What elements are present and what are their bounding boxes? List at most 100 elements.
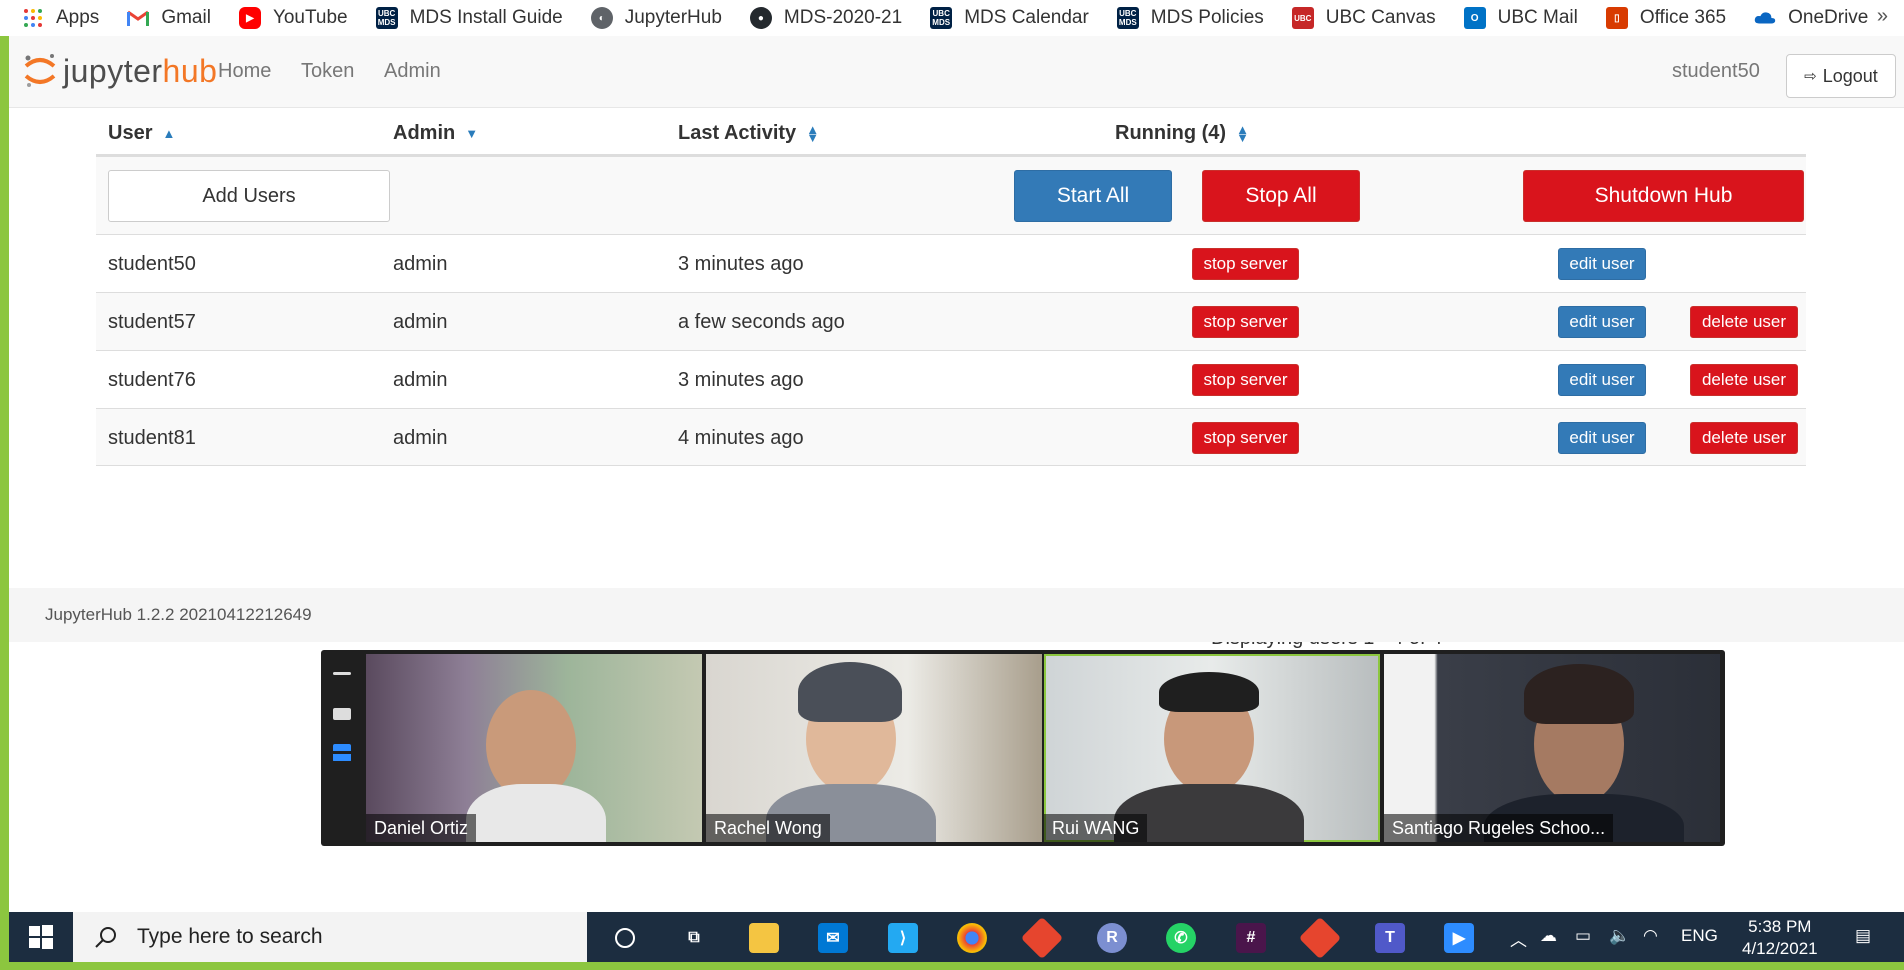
header-user[interactable]: User ▲ bbox=[108, 122, 175, 145]
nav-admin[interactable]: Admin bbox=[384, 60, 441, 83]
bookmark-apps[interactable]: Apps bbox=[22, 7, 99, 29]
logout-button[interactable]: ⇨ Logout bbox=[1786, 54, 1896, 98]
system-clock[interactable]: 5:38 PM 4/12/2021 bbox=[1742, 916, 1818, 960]
task-view-icon[interactable]: ⧉ bbox=[679, 923, 709, 953]
onedrive-tray-icon[interactable]: ☁ bbox=[1540, 926, 1557, 946]
bookmark-ubc-mail[interactable]: O UBC Mail bbox=[1463, 7, 1578, 29]
bookmark-label: MDS Policies bbox=[1150, 7, 1264, 28]
delete-user-button[interactable]: delete user bbox=[1690, 364, 1798, 396]
last-activity: 3 minutes ago bbox=[678, 253, 804, 275]
stop-server-button[interactable]: stop server bbox=[1192, 364, 1299, 396]
git-icon[interactable] bbox=[1020, 916, 1064, 960]
user-name: student50 bbox=[108, 253, 196, 275]
user-name: student76 bbox=[108, 369, 196, 391]
bookmarks-overflow-icon[interactable]: » bbox=[1877, 5, 1888, 28]
whatsapp-icon[interactable]: ✆ bbox=[1166, 923, 1196, 953]
start-all-button[interactable]: Start All bbox=[1014, 170, 1172, 222]
participant-name: Daniel Ortiz bbox=[366, 814, 477, 842]
edit-user-button[interactable]: edit user bbox=[1558, 364, 1646, 396]
delete-user-button[interactable]: delete user bbox=[1690, 422, 1798, 454]
jupyterhub-logo[interactable]: jupyterhub bbox=[23, 52, 217, 90]
bottom-border bbox=[0, 962, 1904, 970]
gmail-icon bbox=[127, 7, 150, 29]
slack-icon[interactable]: # bbox=[1236, 923, 1266, 953]
mail-icon[interactable]: ✉ bbox=[818, 923, 848, 953]
logo-text: jupyterhub bbox=[63, 52, 218, 89]
sign-out-icon: ⇨ bbox=[1804, 68, 1817, 85]
stop-server-button[interactable]: stop server bbox=[1192, 422, 1299, 454]
ubc-canvas-icon: UBC bbox=[1291, 7, 1314, 29]
stop-server-button[interactable]: stop server bbox=[1192, 248, 1299, 280]
file-explorer-icon[interactable] bbox=[749, 923, 779, 953]
zoom-icon[interactable]: ▶ bbox=[1444, 923, 1474, 953]
bookmark-youtube[interactable]: ▶ YouTube bbox=[238, 7, 348, 29]
office-icon: ▯ bbox=[1605, 7, 1628, 29]
bookmark-onedrive[interactable]: OneDrive bbox=[1754, 7, 1868, 29]
bookmark-mds-calendar[interactable]: UBC MDS MDS Calendar bbox=[930, 7, 1089, 29]
volume-icon[interactable]: 🔈 bbox=[1609, 926, 1630, 946]
participant-tile[interactable]: Rachel Wong bbox=[706, 654, 1042, 842]
git-gui-icon[interactable] bbox=[1298, 916, 1342, 960]
start-button[interactable] bbox=[9, 912, 73, 962]
globe-icon: ◐ bbox=[590, 7, 613, 29]
bookmark-jupyterhub[interactable]: ◐ JupyterHub bbox=[590, 7, 722, 29]
shutdown-hub-button[interactable]: Shutdown Hub bbox=[1523, 170, 1804, 222]
single-view-icon[interactable] bbox=[333, 708, 351, 720]
bookmark-label: JupyterHub bbox=[624, 7, 722, 28]
windows-taskbar: Type here to search ⧉ ✉ ⟩ R ✆ # T ▶ ︿ ☁ … bbox=[9, 912, 1904, 962]
participant-name: Rui WANG bbox=[1044, 814, 1148, 842]
bookmark-mds-2020-21[interactable]: ● MDS-2020-21 bbox=[749, 7, 902, 29]
admin-flag: admin bbox=[393, 311, 448, 333]
delete-user-button[interactable]: delete user bbox=[1690, 306, 1798, 338]
r-icon[interactable]: R bbox=[1097, 923, 1127, 953]
sort-both-icon: ▲ ▼ bbox=[806, 121, 820, 145]
apps-grid-icon bbox=[22, 7, 44, 29]
stop-server-button[interactable]: stop server bbox=[1192, 306, 1299, 338]
table-actions-row: Add Users Start All Stop All Shutdown Hu… bbox=[96, 157, 1806, 234]
nav-token[interactable]: Token bbox=[301, 60, 354, 83]
outlook-icon: O bbox=[1463, 7, 1486, 29]
edit-user-button[interactable]: edit user bbox=[1558, 248, 1646, 280]
bookmark-label: Office 365 bbox=[1639, 7, 1727, 28]
sort-asc-icon: ▲ bbox=[162, 125, 176, 141]
wifi-icon[interactable]: ◠ bbox=[1643, 926, 1658, 946]
bookmark-label: MDS Install Guide bbox=[409, 7, 563, 28]
bookmark-label: YouTube bbox=[272, 7, 348, 28]
participant-tile[interactable]: Santiago Rugeles Schoo... bbox=[1384, 654, 1720, 842]
footer: JupyterHub 1.2.2 20210412212649 bbox=[9, 588, 1904, 642]
sort-desc-icon: ▼ bbox=[465, 125, 479, 141]
taskbar-search[interactable]: Type here to search bbox=[73, 912, 587, 962]
minimize-icon[interactable] bbox=[333, 672, 351, 675]
header-last-activity[interactable]: Last Activity ▲ ▼ bbox=[678, 122, 819, 145]
admin-flag: admin bbox=[393, 253, 448, 275]
bookmark-mds-install-guide[interactable]: UBC MDS MDS Install Guide bbox=[375, 7, 563, 29]
add-users-button[interactable]: Add Users bbox=[108, 170, 390, 222]
bookmark-gmail[interactable]: Gmail bbox=[127, 7, 211, 29]
youtube-icon: ▶ bbox=[238, 7, 261, 29]
notifications-icon[interactable]: ▤ bbox=[1855, 926, 1871, 946]
cortana-icon[interactable] bbox=[610, 923, 640, 953]
edit-user-button[interactable]: edit user bbox=[1558, 306, 1646, 338]
strip-view-icon[interactable] bbox=[333, 744, 351, 762]
search-placeholder: Type here to search bbox=[137, 925, 323, 948]
language-indicator[interactable]: ENG bbox=[1681, 926, 1718, 946]
sort-both-icon: ▲ ▼ bbox=[1236, 121, 1249, 145]
header-admin[interactable]: Admin ▼ bbox=[393, 122, 478, 145]
last-activity: a few seconds ago bbox=[678, 311, 845, 333]
edit-user-button[interactable]: edit user bbox=[1558, 422, 1646, 454]
participant-tile-active[interactable]: Rui WANG bbox=[1044, 654, 1380, 842]
vscode-icon[interactable]: ⟩ bbox=[888, 923, 918, 953]
header-running[interactable]: Running (4) ▲ ▼ bbox=[1115, 122, 1249, 145]
bookmark-ubc-canvas[interactable]: UBC UBC Canvas bbox=[1291, 7, 1436, 29]
teams-icon[interactable]: T bbox=[1375, 923, 1405, 953]
nav-home[interactable]: Home bbox=[218, 60, 271, 83]
participant-tile[interactable]: Daniel Ortiz bbox=[366, 654, 702, 842]
bookmark-mds-policies[interactable]: UBC MDS MDS Policies bbox=[1116, 7, 1264, 29]
ubc-mds-icon: UBC MDS bbox=[930, 7, 953, 29]
bookmark-office-365[interactable]: ▯ Office 365 bbox=[1605, 7, 1727, 29]
battery-icon[interactable]: ▭ bbox=[1575, 926, 1591, 946]
chrome-icon[interactable] bbox=[957, 923, 987, 953]
chevron-up-icon[interactable]: ︿ bbox=[1510, 926, 1527, 951]
zoom-video-strip[interactable]: Daniel Ortiz Rachel Wong Rui WANG Santia… bbox=[321, 650, 1725, 846]
stop-all-button[interactable]: Stop All bbox=[1202, 170, 1360, 222]
